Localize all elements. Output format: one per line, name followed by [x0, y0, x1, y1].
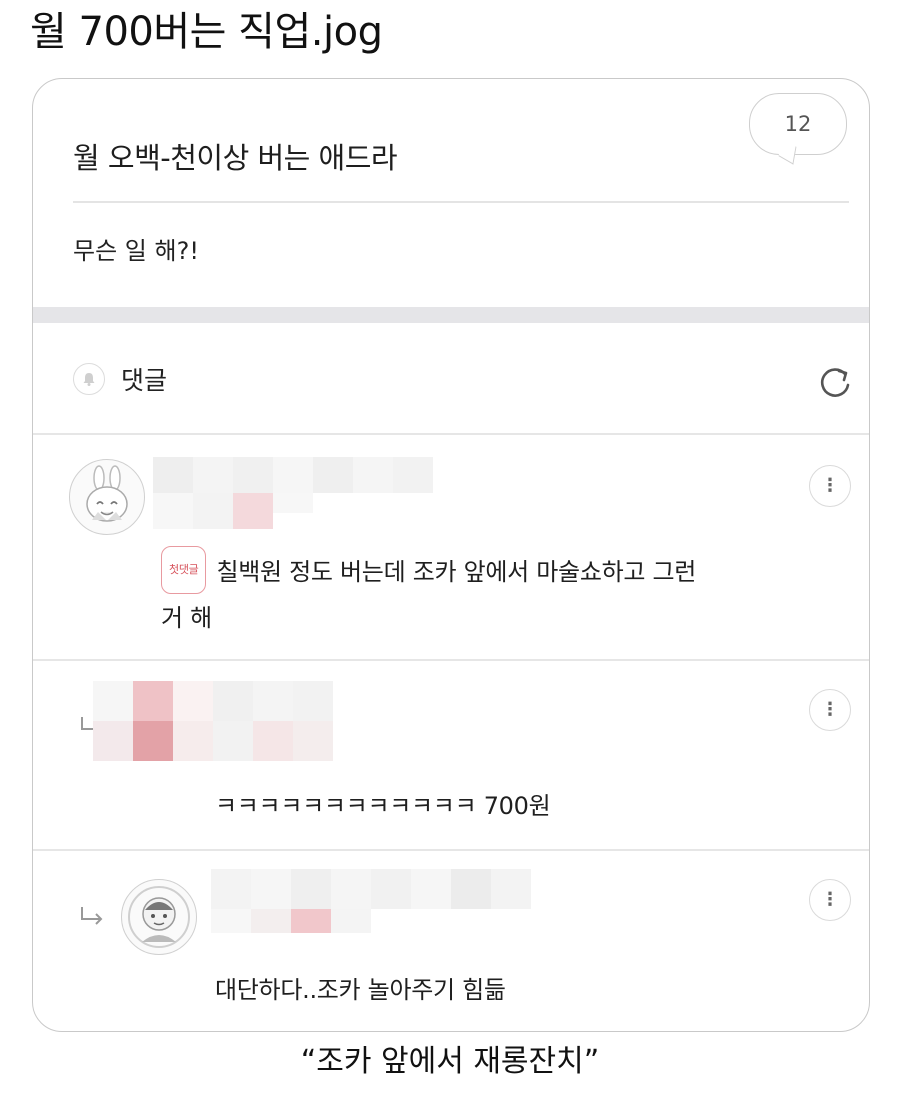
username-redacted: [153, 457, 433, 529]
comment-text-line1: 칠백원 정도 버는데 조카 앞에서 마술쇼하고 그런: [216, 558, 697, 586]
post-title: 월 오백-천이상 버는 애드라: [73, 141, 398, 175]
reply-user-redacted: [93, 681, 333, 761]
comment-text: 대단하다..조카 놀아주기 힘듦: [215, 976, 506, 1004]
more-options-button[interactable]: ⋮: [809, 465, 851, 507]
more-options-button[interactable]: ⋮: [809, 689, 851, 731]
comment-count: 12: [784, 112, 812, 136]
more-icon: ⋮: [821, 475, 839, 496]
comments-label: 댓글: [121, 366, 168, 395]
comment-divider: [33, 659, 869, 661]
comment-body: 대단하다..조카 놀아주기 힘듦: [215, 969, 506, 1011]
more-icon: ⋮: [821, 889, 839, 910]
comment-text: ㅋㅋㅋㅋㅋㅋㅋㅋㅋㅋㅋㅋ 700원: [215, 792, 551, 820]
more-options-button[interactable]: ⋮: [809, 879, 851, 921]
comment-body: ㅋㅋㅋㅋㅋㅋㅋㅋㅋㅋㅋㅋ 700원: [215, 785, 551, 827]
comment-divider: [33, 849, 869, 851]
meme-caption: “조카 앞에서 재롱잔치”: [300, 1044, 600, 1079]
section-separator: [33, 307, 869, 323]
post-body: 무슨 일 해?!: [73, 237, 199, 265]
comment-text-line2: 거 해: [161, 604, 212, 632]
bell-icon[interactable]: [73, 363, 105, 395]
comment-count-bubble[interactable]: 12: [749, 93, 847, 155]
reply-arrow-icon: [81, 907, 103, 925]
title-divider: [73, 201, 849, 203]
comment-body: 첫댓글 칠백원 정도 버는데 조카 앞에서 마술쇼하고 그런 거 해: [161, 546, 851, 639]
comments-header: 댓글: [73, 361, 167, 397]
refresh-icon[interactable]: [815, 363, 855, 403]
meme-title: 월 700버는 직업.jog: [30, 9, 383, 55]
avatar[interactable]: [69, 459, 145, 535]
reply-user-redacted: [211, 869, 531, 949]
more-icon: ⋮: [821, 699, 839, 720]
first-comment-badge: 첫댓글: [161, 546, 207, 594]
avatar[interactable]: [121, 879, 197, 955]
post-card: 월 오백-천이상 버는 애드라 12 무슨 일 해?! 댓글 ⋮ 첫댓글 칠백원…: [32, 78, 870, 1032]
comments-divider: [33, 433, 869, 435]
